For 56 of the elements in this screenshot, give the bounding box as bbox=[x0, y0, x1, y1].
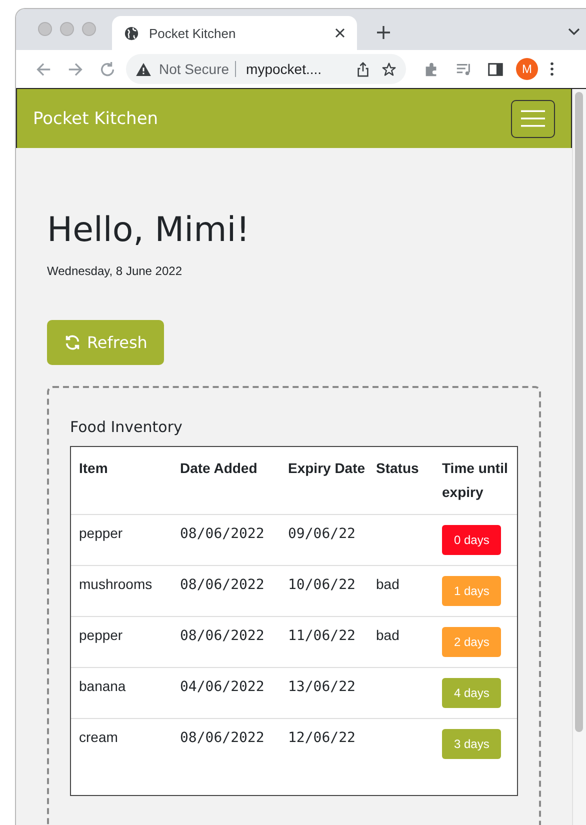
column-header: Date Added bbox=[172, 447, 280, 514]
expiry-badge: 2 days bbox=[442, 627, 502, 657]
more-icon[interactable] bbox=[550, 62, 554, 76]
column-header: Expiry Date bbox=[280, 447, 368, 514]
table-cell: 08/06/2022 bbox=[180, 526, 264, 542]
new-tab-icon[interactable] bbox=[377, 26, 390, 39]
greeting-heading: Hello, Mimi! bbox=[47, 210, 251, 250]
back-icon[interactable] bbox=[35, 60, 52, 78]
window-control-icon[interactable] bbox=[60, 22, 74, 36]
refresh-button[interactable]: Refresh bbox=[47, 320, 164, 365]
menu-icon bbox=[521, 109, 545, 128]
table-cell: 10/06/22 bbox=[288, 577, 356, 593]
column-header: Time until expiry bbox=[434, 447, 517, 514]
table-cell: pepper bbox=[79, 627, 123, 643]
table-cell: 11/06/22 bbox=[288, 628, 356, 644]
table-cell: 08/06/2022 bbox=[180, 628, 264, 644]
forward-icon[interactable] bbox=[67, 60, 84, 78]
brand-title[interactable]: Pocket Kitchen bbox=[33, 108, 158, 128]
table-cell: bad bbox=[376, 627, 400, 643]
share-icon[interactable] bbox=[356, 62, 370, 76]
refresh-icon bbox=[64, 334, 81, 351]
table-cell: 13/06/22 bbox=[288, 679, 356, 695]
window-control-icon[interactable] bbox=[82, 22, 96, 36]
table-cell: 08/06/2022 bbox=[180, 577, 264, 593]
expiry-badge: 4 days bbox=[442, 678, 502, 708]
table-cell: 08/06/2022 bbox=[180, 730, 264, 746]
profile-avatar[interactable]: M bbox=[516, 58, 538, 80]
warning-icon bbox=[136, 62, 151, 76]
close-icon[interactable] bbox=[335, 28, 345, 38]
url-text: mypocket.... bbox=[246, 61, 323, 77]
table-cell: 12/06/22 bbox=[288, 730, 356, 746]
scrollbar[interactable] bbox=[572, 89, 586, 825]
menu-button[interactable] bbox=[511, 100, 555, 138]
table-cell: 04/06/2022 bbox=[180, 679, 264, 695]
panel-title: Food Inventory bbox=[70, 418, 184, 436]
table-cell: pepper bbox=[79, 525, 123, 541]
window-control-icon[interactable] bbox=[38, 22, 52, 36]
address-bar[interactable]: Not Secure mypocket.... bbox=[126, 54, 406, 84]
column-header: Status bbox=[368, 447, 434, 514]
sidebar-icon[interactable] bbox=[487, 60, 504, 78]
table-cell: cream bbox=[79, 729, 118, 745]
table-cell: banana bbox=[79, 678, 126, 694]
reload-icon[interactable] bbox=[99, 60, 116, 78]
tab-title: Pocket Kitchen bbox=[149, 26, 237, 40]
table-cell: 09/06/22 bbox=[288, 526, 356, 542]
table-cell: bad bbox=[376, 576, 400, 592]
expiry-badge: 3 days bbox=[442, 729, 502, 759]
browser-tab[interactable]: Pocket Kitchen bbox=[112, 16, 357, 50]
expiry-badge: 0 days bbox=[442, 525, 502, 555]
security-label: Not Secure bbox=[159, 61, 236, 77]
column-header: Item bbox=[71, 447, 172, 514]
globe-icon bbox=[124, 26, 139, 40]
table-cell: mushrooms bbox=[79, 576, 152, 592]
star-icon[interactable] bbox=[382, 62, 396, 76]
date-text: Wednesday, 8 June 2022 bbox=[47, 264, 183, 278]
expiry-badge: 1 days bbox=[442, 576, 502, 606]
